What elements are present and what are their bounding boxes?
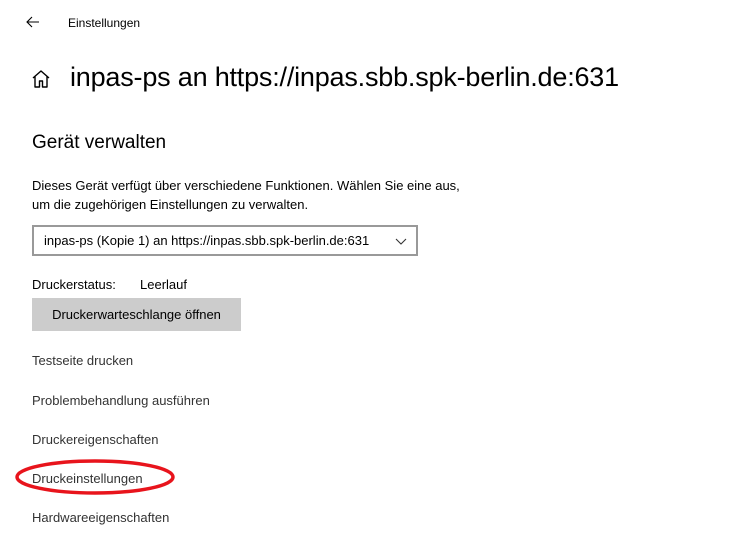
title-bar: Einstellungen bbox=[0, 0, 746, 44]
printing-preferences-link[interactable]: Druckeinstellungen bbox=[32, 471, 143, 486]
print-test-page-link[interactable]: Testseite drucken bbox=[32, 353, 133, 368]
section-title: Gerät verwalten bbox=[32, 132, 167, 153]
home-icon[interactable] bbox=[30, 68, 52, 90]
settings-page: Einstellungen inpas-ps an https://inpas.… bbox=[0, 0, 746, 556]
hardware-properties-link[interactable]: Hardwareeigenschaften bbox=[32, 510, 169, 525]
back-button[interactable] bbox=[18, 10, 48, 34]
section-description: Dieses Gerät verfügt über verschiedene F… bbox=[32, 176, 502, 214]
printer-status-label: Druckerstatus: bbox=[32, 277, 116, 292]
window-title: Einstellungen bbox=[68, 16, 141, 30]
page-title: inpas-ps an https://inpas.sbb.spk-berlin… bbox=[70, 62, 619, 92]
page-header: inpas-ps an https://inpas.sbb.spk-berlin… bbox=[30, 62, 619, 93]
description-line-2: um die zugehörigen Einstellungen zu verw… bbox=[32, 197, 309, 212]
printer-status: Druckerstatus: Leerlauf bbox=[32, 277, 187, 292]
chevron-down-icon bbox=[395, 238, 407, 245]
device-select-value: inpas-ps (Kopie 1) an https://inpas.sbb.… bbox=[44, 233, 370, 248]
printer-status-value: Leerlauf bbox=[140, 277, 187, 292]
back-arrow-icon bbox=[26, 16, 39, 28]
device-select-dropdown[interactable]: inpas-ps (Kopie 1) an https://inpas.sbb.… bbox=[32, 225, 418, 256]
open-print-queue-button[interactable]: Druckerwarteschlange öffnen bbox=[32, 298, 241, 331]
description-line-1: Dieses Gerät verfügt über verschiedene F… bbox=[32, 178, 460, 193]
printer-properties-link[interactable]: Druckereigenschaften bbox=[32, 432, 158, 447]
run-troubleshooter-link[interactable]: Problembehandlung ausführen bbox=[32, 393, 210, 408]
